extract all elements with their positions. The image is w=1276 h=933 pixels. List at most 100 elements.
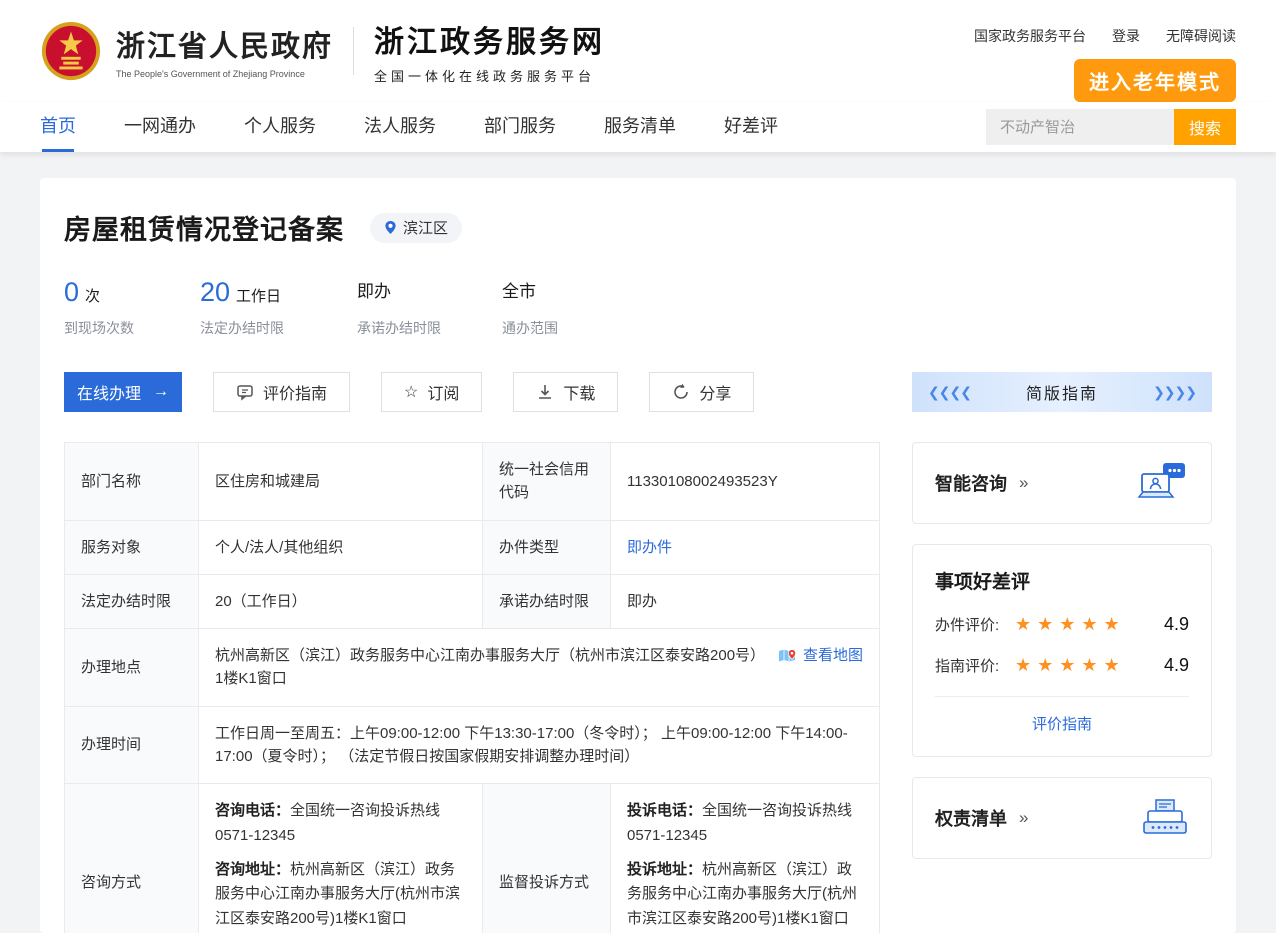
download-button[interactable]: 下载 bbox=[513, 372, 618, 412]
sidebar: 智能咨询 » 事项好差评 bbox=[912, 442, 1212, 879]
view-map-label: 查看地图 bbox=[803, 644, 863, 667]
stat-visits-value: 0 bbox=[64, 277, 79, 308]
elder-mode-button[interactable]: 进入老年模式 bbox=[1074, 59, 1236, 102]
nav-item-one-stop[interactable]: 一网通办 bbox=[124, 102, 196, 152]
gov-subtitle: The People's Government of Zhejiang Prov… bbox=[116, 69, 333, 79]
arrow-right-icon: → bbox=[153, 383, 169, 401]
rating-case-score: 4.9 bbox=[1164, 614, 1189, 635]
table-row: 咨询方式 咨询电话：全国统一咨询投诉热线0571-12345 咨询地址：杭州高新… bbox=[65, 784, 880, 933]
double-arrow-icon: » bbox=[1019, 808, 1028, 828]
download-label: 下载 bbox=[563, 380, 595, 404]
site-title: 浙江政务服务网 bbox=[374, 17, 605, 61]
rating-card: 事项好差评 办件评价: ★★★★★ 4.9 指南评价: ★★★★★ 4.9 评价… bbox=[912, 544, 1212, 757]
nav-item-department[interactable]: 部门服务 bbox=[484, 102, 556, 152]
chevrons-right-icon: ❯❯❯❯ bbox=[1153, 384, 1196, 401]
consult-addr-label: 咨询地址： bbox=[215, 861, 290, 878]
header-links: 国家政务服务平台 登录 无障碍阅读 bbox=[974, 26, 1236, 46]
comment-icon bbox=[236, 383, 254, 401]
consult-phone-label: 咨询电话： bbox=[215, 802, 290, 819]
subscribe-label: 订阅 bbox=[427, 380, 459, 404]
header-right: 国家政务服务平台 登录 无障碍阅读 进入老年模式 bbox=[974, 26, 1236, 102]
login-link[interactable]: 登录 bbox=[1112, 26, 1140, 46]
smart-consult-card[interactable]: 智能咨询 » bbox=[912, 442, 1212, 524]
stat-visits-unit: 次 bbox=[85, 285, 100, 306]
location-badge[interactable]: 滨江区 bbox=[370, 213, 462, 243]
stat-promise-limit-value: 即办 bbox=[357, 277, 391, 302]
simple-guide-button[interactable]: ❮❮❮❮ 简版指南 ❯❯❯❯ bbox=[912, 372, 1212, 412]
share-button[interactable]: 分享 bbox=[649, 372, 754, 412]
nav-item-personal[interactable]: 个人服务 bbox=[244, 102, 316, 152]
page-title: 房屋租赁情况登记备案 bbox=[64, 208, 344, 247]
stat-visits-label: 到现场次数 bbox=[64, 318, 200, 338]
national-platform-link[interactable]: 国家政务服务平台 bbox=[974, 26, 1086, 46]
accessibility-link[interactable]: 无障碍阅读 bbox=[1166, 26, 1236, 46]
consult-method-cell: 咨询电话：全国统一咨询投诉热线0571-12345 咨询地址：杭州高新区（滨江）… bbox=[199, 784, 483, 933]
info-table-wrap: 部门名称 区住房和城建局 统一社会信用代码 11330108002493523Y… bbox=[64, 442, 880, 933]
download-icon bbox=[536, 383, 554, 401]
stat-promise-limit: 即办 承诺办结时限 bbox=[357, 277, 502, 338]
national-emblem-icon bbox=[40, 20, 102, 82]
complaint-addr-label: 投诉地址： bbox=[627, 861, 702, 878]
search-input[interactable] bbox=[986, 109, 1174, 145]
rating-guide-button[interactable]: 评价指南 bbox=[213, 372, 350, 412]
credit-code-value: 11330108002493523Y bbox=[611, 443, 880, 521]
legal-limit-label: 法定办结时限 bbox=[65, 574, 199, 628]
stat-scope-label: 通办范围 bbox=[502, 318, 558, 338]
case-type-link[interactable]: 即办件 bbox=[627, 539, 672, 556]
service-detail-card: 房屋租赁情况登记备案 滨江区 0 次 到现场次数 20 工作日 bbox=[40, 178, 1236, 933]
case-type-label: 办件类型 bbox=[483, 520, 611, 574]
table-row: 服务对象 个人/法人/其他组织 办件类型 即办件 bbox=[65, 520, 880, 574]
rating-link-wrap: 评价指南 bbox=[935, 696, 1189, 734]
complaint-method-label: 监督投诉方式 bbox=[483, 784, 611, 933]
table-row: 部门名称 区住房和城建局 统一社会信用代码 11330108002493523Y bbox=[65, 443, 880, 521]
smart-consult-icon bbox=[1137, 461, 1189, 505]
site-subtitle: 全国一体化在线政务服务平台 bbox=[374, 66, 605, 85]
rating-guide-link[interactable]: 评价指南 bbox=[1032, 716, 1092, 733]
promise-limit-value: 即办 bbox=[611, 574, 880, 628]
table-row: 法定办结时限 20（工作日） 承诺办结时限 即办 bbox=[65, 574, 880, 628]
nav-item-legal-person[interactable]: 法人服务 bbox=[364, 102, 436, 152]
duty-list-label: 权责清单 bbox=[935, 805, 1007, 831]
actions-row: 在线办理 → 评价指南 ☆ 订阅 下载 bbox=[64, 372, 1212, 412]
nav-item-service-list[interactable]: 服务清单 bbox=[604, 102, 676, 152]
header-divider bbox=[353, 27, 354, 75]
service-object-label: 服务对象 bbox=[65, 520, 199, 574]
simple-guide-label: 简版指南 bbox=[1026, 380, 1098, 404]
location-label: 滨江区 bbox=[403, 217, 448, 238]
rating-case-label: 办件评价: bbox=[935, 614, 1015, 635]
gov-logo-text: 浙江省人民政府 The People's Government of Zheji… bbox=[116, 23, 333, 79]
duty-list-icon bbox=[1141, 798, 1189, 838]
stat-legal-limit-unit: 工作日 bbox=[236, 285, 281, 306]
smart-consult-label: 智能咨询 bbox=[935, 470, 1007, 496]
title-row: 房屋租赁情况登记备案 滨江区 bbox=[64, 208, 1212, 247]
double-arrow-icon: » bbox=[1019, 473, 1028, 493]
duty-list-card[interactable]: 权责清单 » bbox=[912, 777, 1212, 859]
rating-card-title: 事项好差评 bbox=[935, 567, 1189, 594]
search-button[interactable]: 搜索 bbox=[1174, 109, 1236, 145]
stat-visits: 0 次 到现场次数 bbox=[64, 277, 200, 338]
nav-item-home[interactable]: 首页 bbox=[40, 102, 76, 152]
address-value: 杭州高新区（滨江）政务服务中心江南办事服务大厅（杭州市滨江区泰安路200号）1楼… bbox=[215, 644, 763, 691]
rating-guide-score: 4.9 bbox=[1164, 655, 1189, 676]
view-map-link[interactable]: 查看地图 bbox=[777, 644, 863, 667]
online-apply-button[interactable]: 在线办理 → bbox=[64, 372, 182, 412]
rating-guide-label2: 指南评价: bbox=[935, 655, 1015, 676]
main-nav: 首页 一网通办 个人服务 法人服务 部门服务 服务清单 好差评 搜索 bbox=[0, 102, 1276, 152]
table-row: 办理地点 杭州高新区（滨江）政务服务中心江南办事服务大厅（杭州市滨江区泰安路20… bbox=[65, 629, 880, 707]
address-cell: 杭州高新区（滨江）政务服务中心江南办事服务大厅（杭州市滨江区泰安路200号）1楼… bbox=[199, 629, 880, 707]
location-pin-icon bbox=[384, 220, 397, 235]
nav-item-rating[interactable]: 好差评 bbox=[724, 102, 778, 152]
dept-name-label: 部门名称 bbox=[65, 443, 199, 521]
service-info-table: 部门名称 区住房和城建局 统一社会信用代码 11330108002493523Y… bbox=[64, 442, 880, 933]
complaint-phone-label: 投诉电话： bbox=[627, 802, 702, 819]
subscribe-button[interactable]: ☆ 订阅 bbox=[381, 372, 482, 412]
main-columns: 部门名称 区住房和城建局 统一社会信用代码 11330108002493523Y… bbox=[64, 442, 1212, 933]
stat-scope: 全市 通办范围 bbox=[502, 277, 558, 338]
stat-legal-limit-value: 20 bbox=[200, 277, 230, 308]
hours-value: 工作日周一至周五：上午09:00-12:00 下午13:30-17:00（冬令时… bbox=[199, 706, 880, 784]
rating-row-guide: 指南评价: ★★★★★ 4.9 bbox=[935, 655, 1189, 676]
address-label: 办理地点 bbox=[65, 629, 199, 707]
credit-code-label: 统一社会信用代码 bbox=[483, 443, 611, 521]
service-object-value: 个人/法人/其他组织 bbox=[199, 520, 483, 574]
share-icon bbox=[672, 383, 690, 401]
